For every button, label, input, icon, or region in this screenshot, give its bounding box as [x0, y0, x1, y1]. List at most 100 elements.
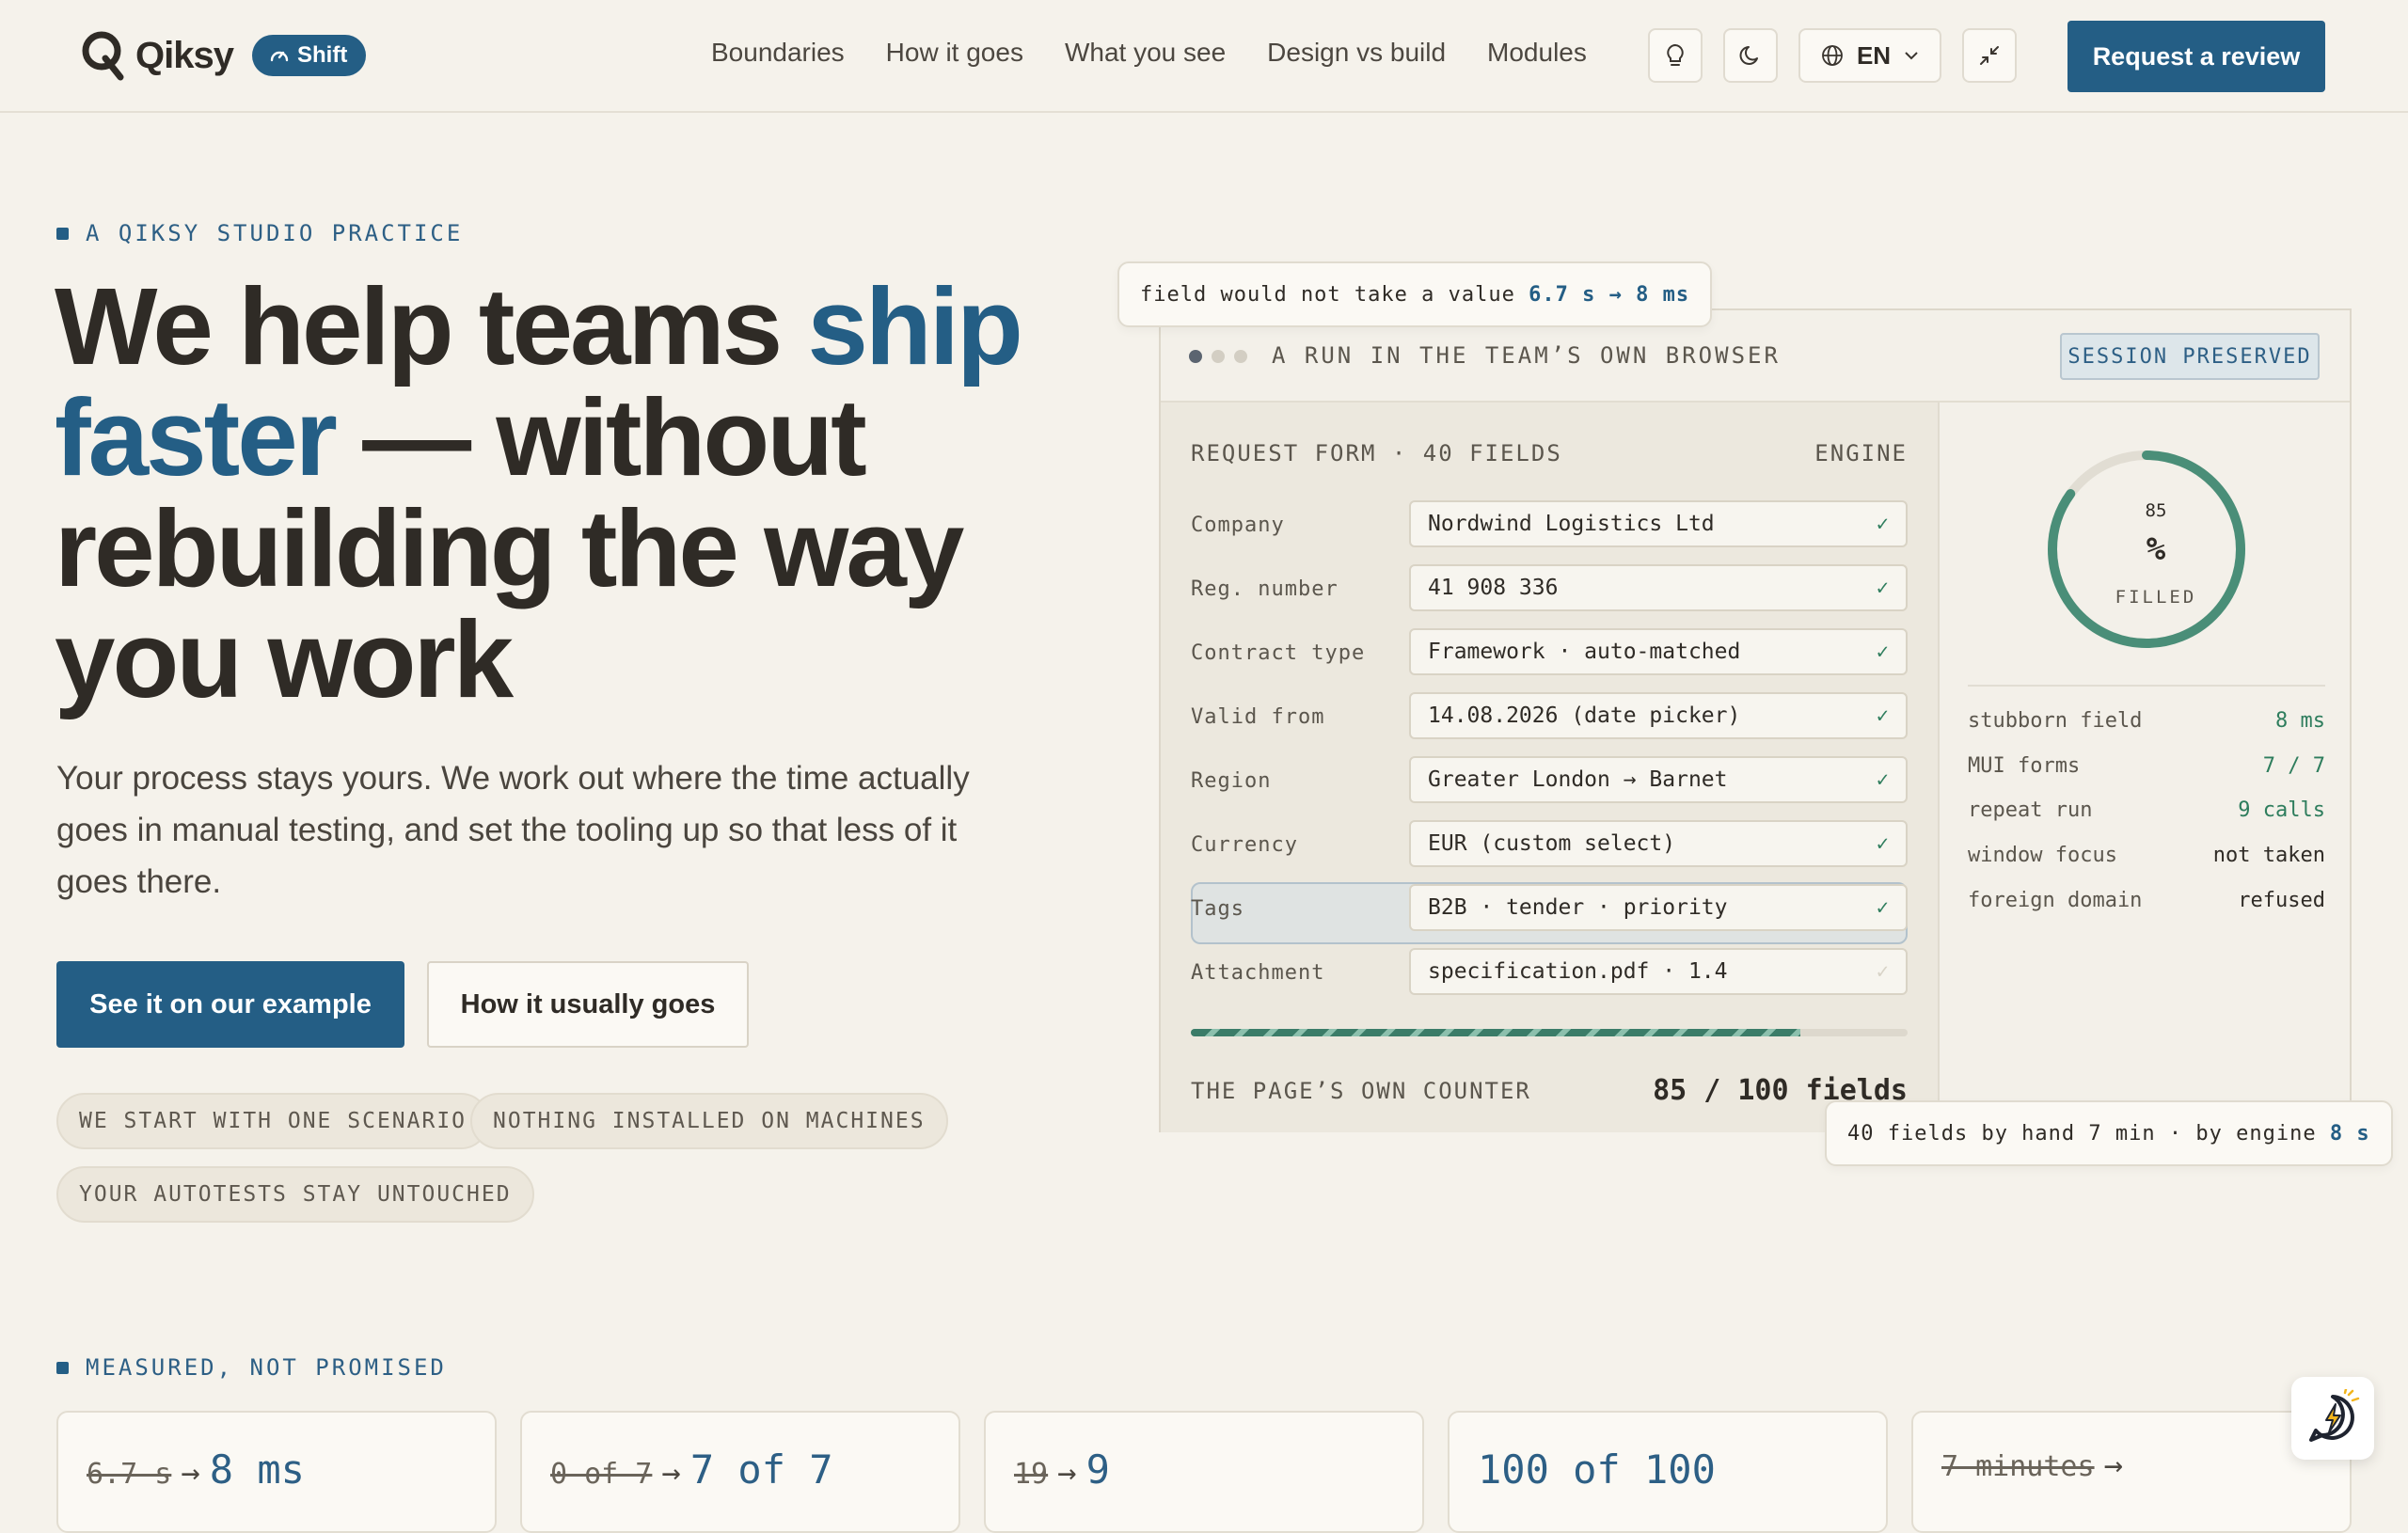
- engine-label: ENGINE: [1814, 440, 1908, 466]
- arrow-icon: →: [1057, 1454, 1077, 1492]
- hero-title: We help teams ship faster — without rebu…: [55, 271, 1033, 715]
- stats-divider: [1968, 685, 2325, 687]
- language-select[interactable]: EN: [1798, 28, 1941, 83]
- request-review-button[interactable]: Request a review: [2067, 21, 2325, 92]
- pill-nothing-installed: NOTHING INSTALLED ON MACHINES: [470, 1093, 948, 1149]
- check-icon: ✓: [1876, 640, 1889, 664]
- hero-lead: Your process stays yours. We work out wh…: [56, 760, 970, 900]
- field-label-attachment: Attachment: [1191, 961, 1325, 985]
- demo-window-title: A RUN IN THE TEAM’S OWN BROWSER: [1272, 342, 1781, 369]
- shift-badge[interactable]: Shift: [252, 35, 367, 76]
- theme-toggle-button[interactable]: [1723, 28, 1778, 83]
- qiksy-logo-icon: [82, 31, 124, 81]
- callout-text: 40 fields by hand 7 min · by engine: [1847, 1121, 2317, 1146]
- hero-eyebrow: A QIKSY STUDIO PRACTICE: [56, 220, 463, 246]
- stat-value: refused: [2238, 889, 2325, 912]
- how-it-goes-button[interactable]: How it usually goes: [427, 961, 749, 1048]
- see-example-button[interactable]: See it on our example: [56, 961, 404, 1048]
- metric-old: 6.7 s: [87, 1458, 172, 1491]
- nav-what-you-see[interactable]: What you see: [1065, 38, 1226, 68]
- fill-progress-bar: [1191, 1029, 1908, 1036]
- brand-logo[interactable]: Qiksy: [81, 30, 234, 81]
- field-value: B2B · tender · priority: [1428, 895, 1728, 920]
- field-label-tags: Tags: [1191, 897, 1244, 921]
- hero-title-accent-1: ship: [807, 265, 1022, 387]
- stat-value: 8 ms: [2275, 709, 2325, 733]
- pill-autotests-untouched: YOUR AUTOTESTS STAY UNTOUCHED: [56, 1166, 534, 1223]
- metric-new: 7 of 7: [689, 1446, 833, 1493]
- stat-key: window focus: [1968, 844, 2117, 867]
- arrow-icon: →: [661, 1454, 681, 1492]
- field-value: EUR (custom select): [1428, 831, 1676, 856]
- nav-modules[interactable]: Modules: [1487, 38, 1587, 68]
- check-icon: ✓: [1876, 512, 1889, 536]
- brand-name: Qiksy: [135, 34, 234, 76]
- engine-stats: 85 % FILLED stubborn field 8 ms MUI forms…: [1941, 403, 2352, 1132]
- fill-progress-fill: [1191, 1029, 1800, 1036]
- metric-card: 19 → 9: [984, 1411, 1424, 1533]
- field-value: specification.pdf · 1.4: [1428, 959, 1728, 984]
- field-value: 14.08.2026 (date picker): [1428, 703, 1741, 728]
- hero-title-accent-2: faster: [55, 376, 338, 498]
- metric-card: 6.7 s → 8 ms: [56, 1411, 497, 1533]
- field-tags[interactable]: B2B · tender · priority ✓: [1409, 884, 1908, 931]
- session-preserved-badge: SESSION PRESERVED: [2060, 333, 2320, 380]
- field-label-contract-type: Contract type: [1191, 641, 1366, 665]
- arrow-icon: →: [2103, 1446, 2124, 1484]
- stat-key: stubborn field: [1968, 709, 2143, 733]
- gauge-number: 85: [2145, 500, 2167, 521]
- pill-one-scenario: WE START WITH ONE SCENARIO: [56, 1093, 490, 1149]
- lightbulb-icon: [1667, 43, 1684, 66]
- chat-bolt-icon: [2309, 1389, 2360, 1442]
- field-contract-type[interactable]: Framework · auto-matched ✓: [1409, 628, 1908, 675]
- stat-key: MUI forms: [1968, 754, 2081, 778]
- field-value: Nordwind Logistics Ltd: [1428, 512, 1715, 536]
- counter-label: THE PAGE’S OWN COUNTER: [1191, 1078, 1531, 1104]
- chat-widget-button[interactable]: [2291, 1377, 2374, 1460]
- hero-title-part-1: We help teams: [55, 265, 808, 387]
- field-valid-from[interactable]: 14.08.2026 (date picker) ✓: [1409, 692, 1908, 739]
- metric-card: 7 minutes →: [1911, 1411, 2352, 1533]
- metric-new: 8 ms: [209, 1446, 305, 1493]
- callout-value: 8 s: [2329, 1121, 2370, 1146]
- language-value: EN: [1856, 40, 1892, 70]
- metric-old: 19: [1014, 1458, 1049, 1491]
- field-value: Greater London → Barnet: [1428, 767, 1728, 792]
- arrow-icon: →: [181, 1454, 200, 1492]
- tips-button[interactable]: [1648, 28, 1703, 83]
- measured-eyebrow: MEASURED, NOT PROMISED: [56, 1354, 447, 1381]
- gauge-icon: [270, 51, 289, 62]
- shift-badge-label: Shift: [297, 42, 348, 68]
- hero-eyebrow-text: A QIKSY STUDIO PRACTICE: [86, 220, 464, 246]
- field-label-currency: Currency: [1191, 833, 1298, 857]
- form-title: REQUEST FORM · 40 FIELDS: [1191, 440, 1562, 466]
- callout-text: field would not take a value: [1140, 282, 1515, 307]
- stat-value: 9 calls: [2238, 798, 2325, 822]
- metric-old: 7 minutes: [1941, 1450, 2095, 1483]
- check-icon: ✓: [1876, 767, 1889, 792]
- field-currency[interactable]: EUR (custom select) ✓: [1409, 820, 1908, 867]
- check-icon: ✓: [1876, 703, 1889, 728]
- gauge-label: FILLED: [2115, 587, 2197, 608]
- chevron-down-icon: [1905, 52, 1918, 60]
- field-label-company: Company: [1191, 514, 1285, 537]
- nav-design-vs-build[interactable]: Design vs build: [1267, 38, 1446, 68]
- collapse-button[interactable]: [1962, 28, 2017, 83]
- callout-stubborn-field: field would not take a value 6.7 s → 8 m…: [1117, 261, 1713, 327]
- stat-value: not taken: [2212, 844, 2325, 867]
- field-reg-number[interactable]: 41 908 336 ✓: [1409, 564, 1908, 611]
- main-nav: Boundaries How it goes What you see Desi…: [711, 38, 1587, 68]
- stat-key: repeat run: [1968, 798, 2093, 822]
- field-attachment[interactable]: specification.pdf · 1.4 ✓: [1409, 948, 1908, 995]
- nav-how-it-goes[interactable]: How it goes: [886, 38, 1023, 68]
- field-company[interactable]: Nordwind Logistics Ltd ✓: [1409, 500, 1908, 547]
- field-value: 41 908 336: [1428, 576, 1559, 600]
- nav-boundaries[interactable]: Boundaries: [711, 38, 845, 68]
- collapse-icon: [1980, 46, 1999, 65]
- field-label-region: Region: [1191, 769, 1272, 793]
- gauge-unit: %: [2146, 530, 2166, 568]
- window-dot: [1234, 350, 1247, 363]
- field-label-valid-from: Valid from: [1191, 705, 1325, 729]
- stat-row: window focus not taken: [1968, 844, 2325, 867]
- field-region[interactable]: Greater London → Barnet ✓: [1409, 756, 1908, 803]
